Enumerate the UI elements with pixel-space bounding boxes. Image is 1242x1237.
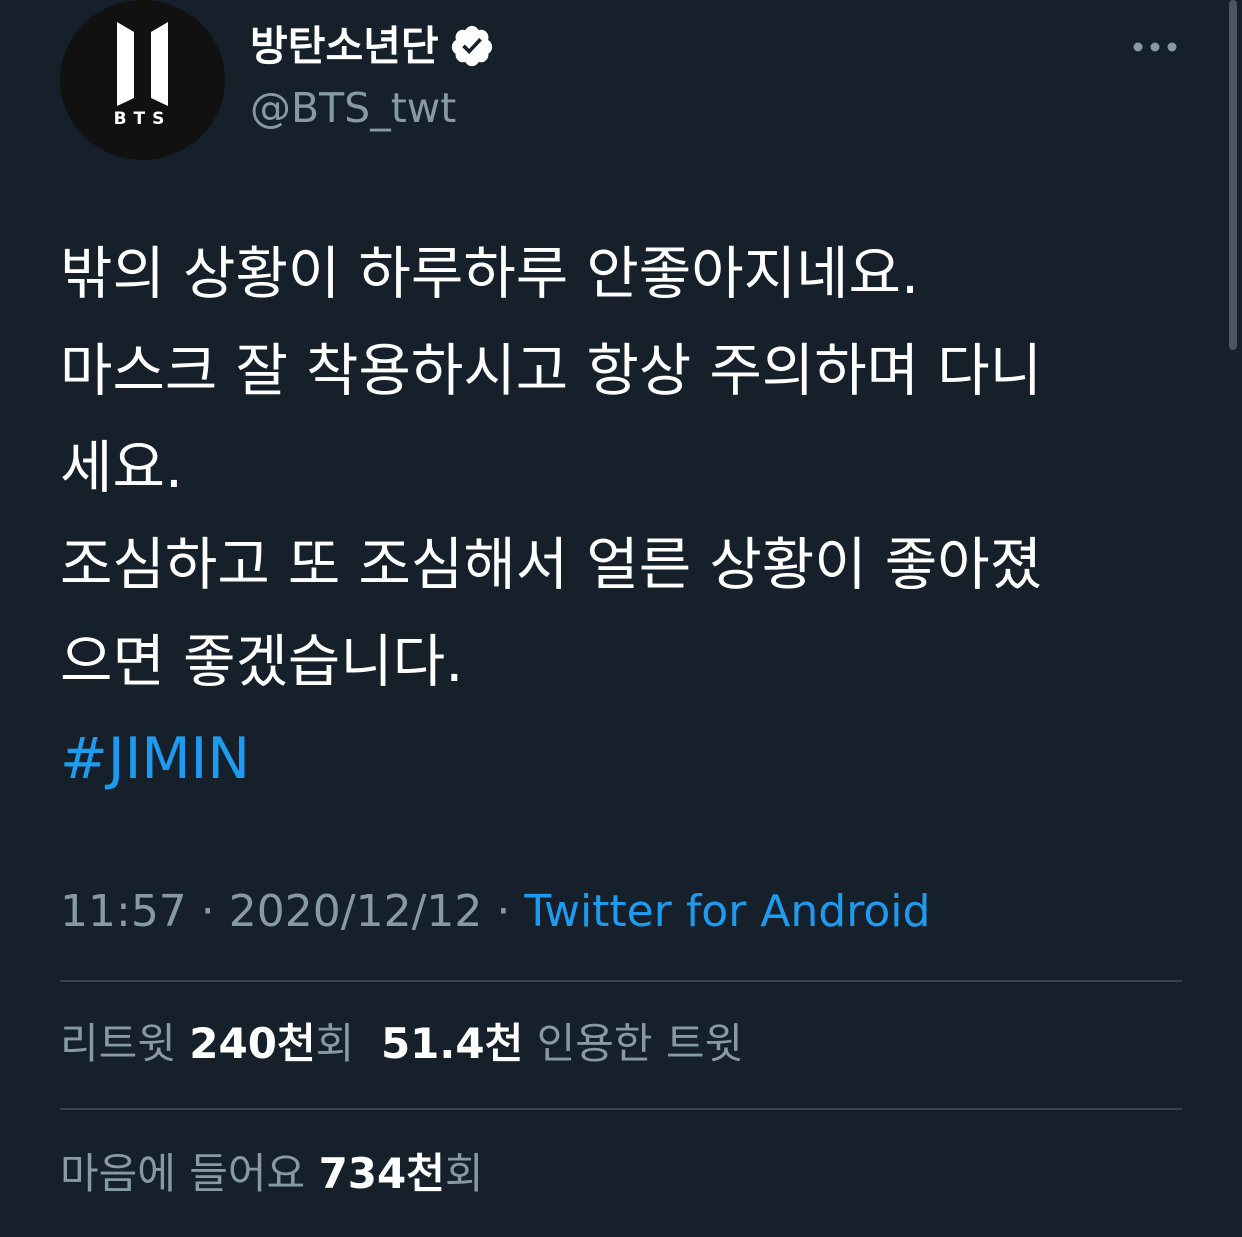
meta-separator: · <box>482 886 525 937</box>
likes-count: 734천 <box>318 1149 445 1198</box>
tweet-line: 세요. <box>60 435 183 501</box>
tweet-line: 마스크 잘 착용하시고 항상 주의하며 다니 <box>60 338 1043 404</box>
likes-label: 마음에 들어요 <box>60 1149 306 1198</box>
bts-logo-icon <box>117 22 168 106</box>
tweet-date[interactable]: 2020/12/12 <box>229 886 483 937</box>
hashtag-link[interactable]: #JIMIN <box>60 711 1180 808</box>
divider <box>60 980 1182 982</box>
meta-separator: · <box>186 886 229 937</box>
tweet-line: 으면 좋겠습니다. <box>60 629 464 695</box>
divider <box>60 1108 1182 1110</box>
likes-suffix: 회 <box>444 1149 484 1198</box>
retweets-suffix: 회 <box>315 1019 355 1068</box>
scrollbar[interactable] <box>1224 0 1242 350</box>
scrollbar-thumb[interactable] <box>1229 0 1237 350</box>
display-name-row[interactable]: 방탄소년단 <box>250 18 495 74</box>
avatar[interactable]: BTS <box>60 0 225 160</box>
more-menu-button[interactable] <box>1128 30 1184 64</box>
verified-badge-icon <box>449 23 495 69</box>
more-horizontal-icon <box>1133 42 1177 52</box>
quotes-stat[interactable]: 51.4천 인용한 트윗 <box>381 1019 743 1068</box>
retweet-quote-stats: 리트윗 240천회 51.4천 인용한 트윗 <box>60 1014 743 1074</box>
retweets-count: 240천 <box>189 1019 316 1068</box>
quotes-label: 인용한 트윗 <box>536 1019 744 1068</box>
tweet-metadata: 11:57 · 2020/12/12 · Twitter for Android <box>60 882 930 942</box>
tweet-time[interactable]: 11:57 <box>60 886 187 937</box>
tweet-line: 밖의 상황이 하루하루 안좋아지네요. <box>60 241 920 307</box>
retweets-label: 리트윗 <box>60 1019 176 1068</box>
tweet-text: 밖의 상황이 하루하루 안좋아지네요. 마스크 잘 착용하시고 항상 주의하며 … <box>60 226 1180 808</box>
display-name[interactable]: 방탄소년단 <box>250 18 439 74</box>
likes-stat[interactable]: 마음에 들어요 734천회 <box>60 1144 484 1204</box>
account-handle[interactable]: @BTS_twt <box>250 80 456 136</box>
tweet-source-link[interactable]: Twitter for Android <box>524 886 930 937</box>
quotes-count: 51.4천 <box>380 1019 524 1068</box>
avatar-logo-text: BTS <box>113 109 172 129</box>
tweet-line: 조심하고 또 조심해서 얼른 상황이 좋아졌 <box>60 532 1043 598</box>
retweets-stat[interactable]: 리트윗 240천회 <box>60 1019 354 1068</box>
